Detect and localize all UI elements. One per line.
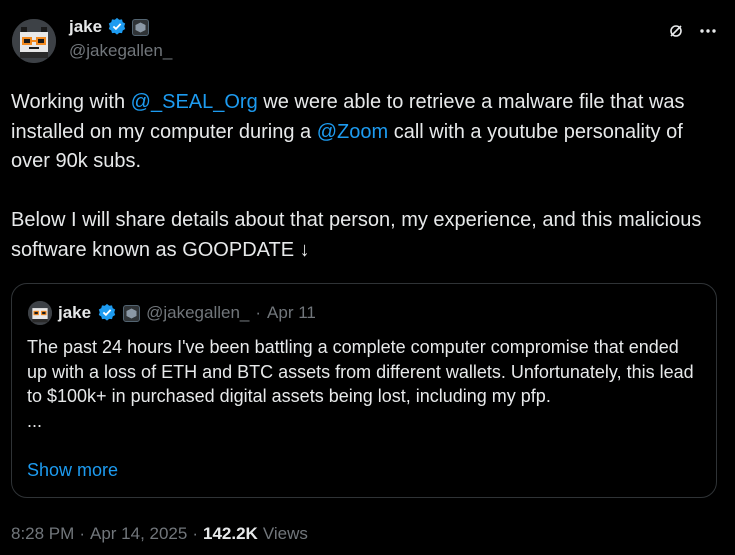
grok-icon[interactable] bbox=[667, 22, 685, 40]
quote-avatar bbox=[28, 301, 52, 325]
views-label: Views bbox=[262, 524, 308, 543]
author-block: jake @jakegallen_ bbox=[69, 17, 172, 61]
tweet-footer: 8:28 PM · Apr 14, 2025 · 142.2K Views bbox=[11, 524, 308, 544]
quote-author-line: jake @jakegallen_ · Apr 11 bbox=[28, 301, 316, 325]
avatar-image bbox=[28, 301, 52, 325]
mention-zoom[interactable]: @Zoom bbox=[317, 121, 388, 143]
quote-date: Apr 11 bbox=[267, 303, 316, 322]
footer-separator: · bbox=[79, 524, 85, 543]
author-handle[interactable]: @jakegallen_ bbox=[69, 41, 172, 61]
avatar-image bbox=[12, 19, 56, 63]
quote-display-name: jake bbox=[58, 303, 92, 322]
footer-separator: · bbox=[192, 524, 199, 543]
views-count: 142.2K bbox=[203, 524, 258, 543]
tweet-text-part: Working with bbox=[11, 91, 131, 113]
affiliate-badge-icon[interactable] bbox=[132, 18, 150, 36]
tweet-text: Working with @_SEAL_Org we were able to … bbox=[11, 88, 711, 265]
quote-body: The past 24 hours I've been battling a c… bbox=[27, 337, 694, 406]
quote-ellipsis: ... bbox=[27, 410, 43, 431]
verified-badge-icon bbox=[98, 303, 116, 321]
quote-tweet-card[interactable]: jake @jakegallen_ · Apr 11 The past 24 h… bbox=[11, 283, 717, 498]
tweet-actions bbox=[667, 22, 717, 40]
quote-text: The past 24 hours I've been battling a c… bbox=[27, 335, 697, 433]
quote-handle: @jakegallen_ bbox=[146, 303, 250, 322]
more-icon[interactable] bbox=[699, 22, 717, 40]
quote-separator: · bbox=[255, 303, 262, 322]
affiliate-badge-icon bbox=[123, 304, 141, 322]
show-more-link[interactable]: Show more bbox=[27, 460, 118, 481]
post-date[interactable]: Apr 14, 2025 bbox=[90, 524, 187, 544]
mention-seal-org[interactable]: @_SEAL_Org bbox=[131, 91, 258, 113]
verified-badge-icon[interactable] bbox=[107, 17, 127, 37]
post-time[interactable]: 8:28 PM bbox=[11, 524, 74, 544]
author-display-name[interactable]: jake bbox=[69, 17, 102, 37]
avatar[interactable] bbox=[12, 19, 56, 63]
